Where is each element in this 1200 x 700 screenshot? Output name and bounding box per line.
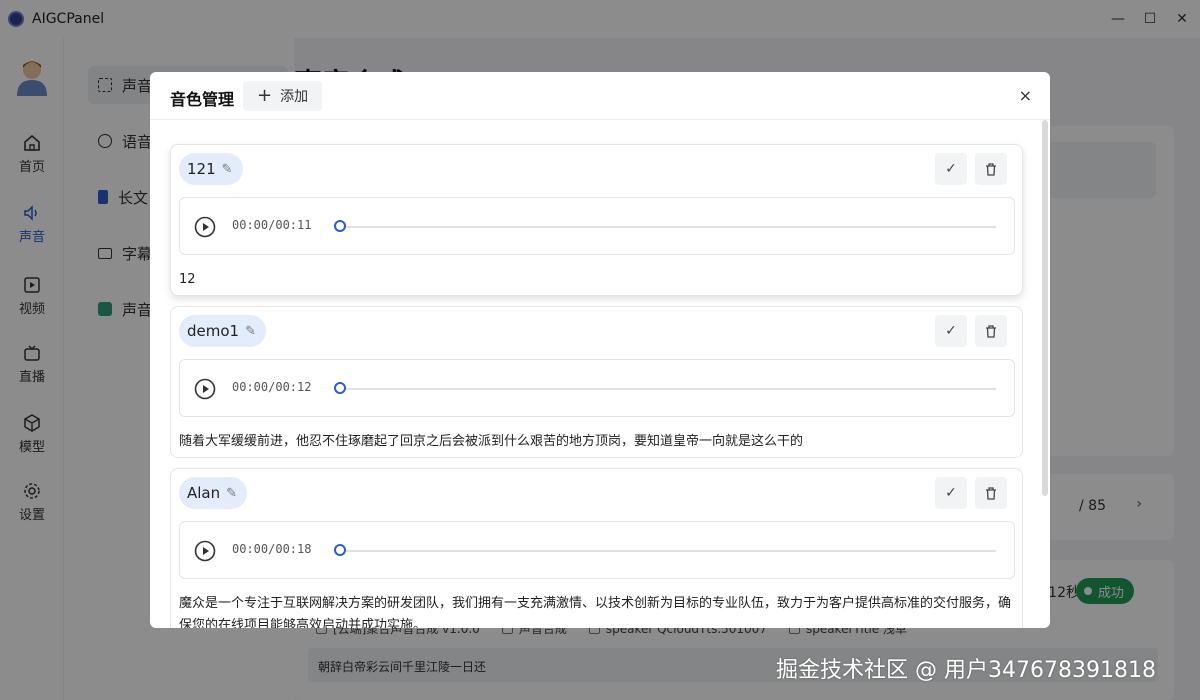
audio-player: 00:00/00:12 — [179, 359, 1015, 417]
audio-time: 00:00/00:18 — [232, 542, 312, 556]
audio-progress-track[interactable] — [340, 226, 996, 228]
audio-time: 00:00/00:11 — [232, 218, 312, 232]
check-icon: ✓ — [945, 323, 957, 339]
trash-icon — [986, 324, 996, 338]
audio-progress-handle[interactable] — [334, 220, 346, 232]
edit-icon: ✎ — [221, 161, 233, 177]
scrollbar[interactable] — [1042, 120, 1048, 496]
audio-progress-handle[interactable] — [334, 382, 346, 394]
trash-icon — [986, 486, 996, 500]
add-voice-button[interactable]: + 添加 — [243, 81, 323, 111]
voice-sample-text: 随着大军缓缓前进，他忍不住琢磨起了回京之后会被派到什么艰苦的地方顶岗，要知道皇帝… — [179, 434, 804, 449]
play-icon[interactable] — [194, 378, 216, 400]
dialog-title: 音色管理 — [170, 90, 235, 109]
trash-icon — [986, 162, 996, 176]
voice-sample-text: 魔众是一个专注于互联网解决方案的研发团队，我们拥有一支充满激情、以技术创新为目标… — [179, 596, 1012, 628]
voice-sample-text: 12 — [179, 272, 196, 287]
audio-player: 00:00/00:11 — [179, 197, 1015, 255]
play-icon[interactable] — [194, 540, 216, 562]
delete-button[interactable] — [975, 315, 1007, 347]
check-icon: ✓ — [945, 485, 957, 501]
voice-list: 121 ✎ ✓ 00:00/00:11 12 demo1 ✎ ✓ 00:00/00:… — [150, 120, 1050, 628]
voice-card: demo1 ✎ ✓ 00:00/00:12 随着大军缓缓前进，他忍不住琢磨起了回京… — [170, 306, 1023, 458]
edit-icon: ✎ — [245, 323, 256, 339]
close-dialog-button[interactable]: × — [1019, 86, 1032, 105]
voice-name-chip[interactable]: 121 ✎ — [179, 153, 243, 185]
confirm-button[interactable]: ✓ — [935, 315, 967, 347]
voice-manager-dialog: 音色管理 + 添加 × 121 ✎ ✓ 00:00/00:11 12 demo1 ✎ … — [150, 72, 1050, 628]
plus-icon: + — [257, 85, 273, 106]
watermark: 掘金技术社区 @ 用户347678391818 — [776, 658, 1156, 683]
voice-card: 121 ✎ ✓ 00:00/00:11 12 — [170, 144, 1023, 296]
edit-icon: ✎ — [226, 485, 238, 501]
audio-player: 00:00/00:18 — [179, 521, 1015, 579]
voice-name: demo1 — [187, 322, 240, 340]
dialog-header: 音色管理 + 添加 × — [150, 72, 1050, 120]
audio-progress-handle[interactable] — [334, 544, 346, 556]
play-icon[interactable] — [194, 216, 216, 238]
audio-time: 00:00/00:12 — [232, 380, 312, 394]
audio-progress-track[interactable] — [340, 550, 996, 552]
delete-button[interactable] — [975, 153, 1007, 185]
confirm-button[interactable]: ✓ — [935, 477, 967, 509]
voice-card: Alan ✎ ✓ 00:00/00:18 魔众是一个专注于互联网解决方案的研发团队… — [170, 468, 1023, 628]
check-icon: ✓ — [945, 161, 957, 177]
voice-name-chip[interactable]: Alan ✎ — [179, 477, 248, 509]
delete-button[interactable] — [975, 477, 1007, 509]
voice-name: 121 — [187, 160, 216, 178]
confirm-button[interactable]: ✓ — [935, 153, 967, 185]
voice-name: Alan — [187, 484, 221, 502]
audio-progress-track[interactable] — [340, 388, 996, 390]
voice-name-chip[interactable]: demo1 ✎ — [179, 315, 266, 347]
add-voice-label: 添加 — [280, 89, 309, 105]
